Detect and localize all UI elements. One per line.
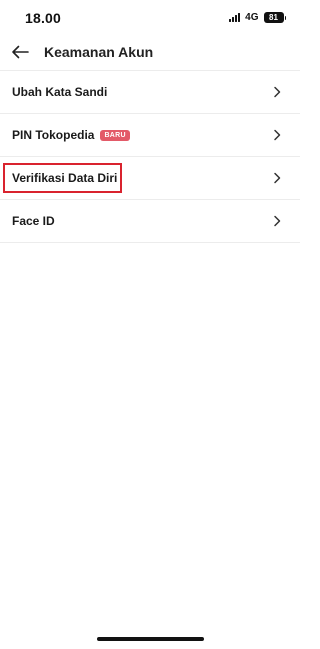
chevron-right-icon: [274, 215, 281, 227]
signal-bars-icon: [229, 13, 241, 22]
menu-item-ubah-kata-sandi[interactable]: Ubah Kata Sandi: [0, 71, 300, 114]
menu-item-verifikasi-data-diri[interactable]: Verifikasi Data Diri: [0, 157, 300, 200]
app-header: Keamanan Akun: [0, 36, 300, 71]
home-indicator[interactable]: [97, 637, 204, 641]
menu-item-label: Verifikasi Data Diri: [12, 171, 118, 185]
chevron-right-icon: [274, 172, 281, 184]
arrow-left-icon: [12, 45, 29, 59]
menu-item-label: Ubah Kata Sandi: [12, 85, 108, 99]
menu-item-pin-tokopedia[interactable]: PIN Tokopedia BARU: [0, 114, 300, 157]
status-time: 18.00: [25, 10, 62, 26]
battery-tip: [284, 15, 286, 20]
menu-item-label: Face ID: [12, 214, 55, 228]
new-badge: BARU: [100, 129, 130, 141]
page-title: Keamanan Akun: [44, 44, 154, 60]
menu-item-label: PIN Tokopedia: [12, 128, 95, 142]
battery-icon: 81: [263, 12, 286, 23]
chevron-right-icon: [274, 129, 281, 141]
menu-item-face-id[interactable]: Face ID: [0, 200, 300, 243]
battery-level: 81: [263, 12, 284, 23]
security-menu-list: Ubah Kata Sandi PIN Tokopedia BARU Verif…: [0, 71, 300, 243]
chevron-right-icon: [274, 86, 281, 98]
network-type: 4G: [245, 12, 259, 23]
status-bar: 18.00 4G 81: [0, 0, 300, 36]
back-button[interactable]: [9, 41, 31, 63]
status-indicators: 4G 81: [229, 12, 286, 23]
